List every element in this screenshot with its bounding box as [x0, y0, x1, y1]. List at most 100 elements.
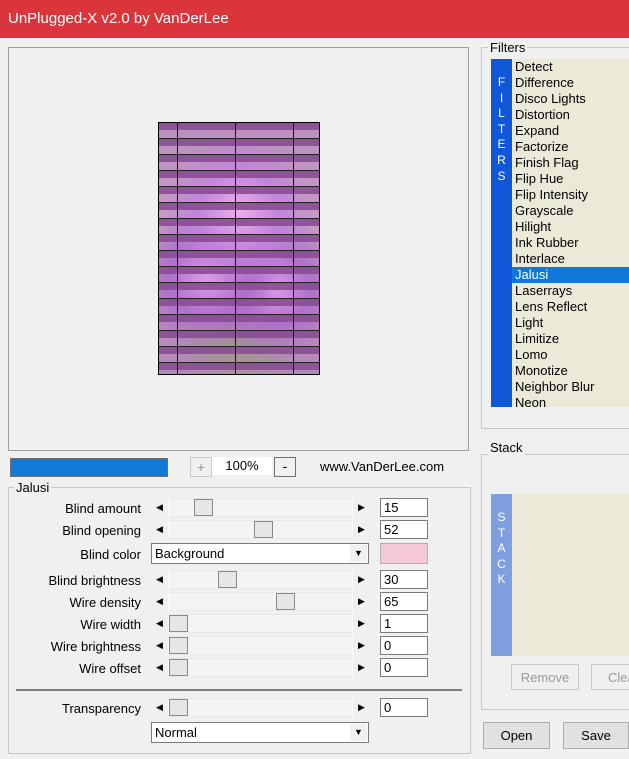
zoom-in-button[interactable]: + — [190, 457, 212, 477]
wire-width-field[interactable]: 1 — [380, 614, 428, 633]
slider-track[interactable] — [169, 592, 352, 611]
slider-left-arrow[interactable]: ◀ — [151, 698, 168, 717]
blend-mode-value: Normal — [155, 725, 197, 740]
wire-line — [293, 123, 294, 374]
blind-stripes — [159, 123, 319, 374]
filter-item[interactable]: Expand — [512, 123, 629, 139]
blend-mode-select[interactable]: Normal ▼ — [151, 722, 369, 743]
filter-item[interactable]: Neighbor Blur — [512, 379, 629, 395]
slider-track[interactable] — [169, 658, 352, 677]
wire-density-field[interactable]: 65 — [380, 592, 428, 611]
stack-list[interactable] — [512, 494, 629, 656]
filters-letter: R — [497, 152, 506, 167]
slider-right-arrow[interactable]: ▶ — [353, 498, 370, 517]
slider-left-arrow[interactable]: ◀ — [151, 658, 168, 677]
blind-amount-slider[interactable]: ◀ ▶ — [151, 498, 370, 517]
filter-item[interactable]: Hilight — [512, 219, 629, 235]
dropdown-arrow-icon[interactable]: ▼ — [350, 724, 367, 741]
wire-brightness-label: Wire brightness — [50, 639, 141, 654]
open-button[interactable]: Open — [483, 722, 550, 749]
slider-left-arrow[interactable]: ◀ — [151, 614, 168, 633]
transparency-field[interactable]: 0 — [380, 698, 428, 717]
stack-letter: A — [497, 541, 506, 556]
filter-item[interactable]: Interlace — [512, 251, 629, 267]
filter-item[interactable]: Laserrays — [512, 283, 629, 299]
slider-left-arrow[interactable]: ◀ — [151, 498, 168, 517]
slider-left-arrow[interactable]: ◀ — [151, 520, 168, 539]
filter-item[interactable]: Detect — [512, 59, 629, 75]
filters-letter: T — [497, 121, 506, 136]
filters-letter: S — [497, 168, 506, 183]
blind-brightness-field[interactable]: 30 — [380, 570, 428, 589]
filter-item[interactable]: Difference — [512, 75, 629, 91]
remove-button[interactable]: Remove — [511, 664, 579, 690]
wire-density-slider[interactable]: ◀ ▶ — [151, 592, 370, 611]
blind-amount-field[interactable]: 15 — [380, 498, 428, 517]
blind-brightness-slider[interactable]: ◀ ▶ — [151, 570, 370, 589]
slider-left-arrow[interactable]: ◀ — [151, 592, 168, 611]
save-button[interactable]: Save — [563, 722, 629, 749]
slider-right-arrow[interactable]: ▶ — [353, 614, 370, 633]
dropdown-arrow-icon[interactable]: ▼ — [350, 545, 367, 562]
slider-right-arrow[interactable]: ▶ — [353, 698, 370, 717]
wire-offset-field[interactable]: 0 — [380, 658, 428, 677]
wire-brightness-slider[interactable]: ◀ ▶ — [151, 636, 370, 655]
slider-left-arrow[interactable]: ◀ — [151, 636, 168, 655]
blind-color-swatch[interactable] — [380, 543, 428, 564]
wire-width-slider[interactable]: ◀ ▶ — [151, 614, 370, 633]
slider-thumb[interactable] — [169, 659, 188, 676]
blind-opening-slider[interactable]: ◀ ▶ — [151, 520, 370, 539]
slider-track[interactable] — [169, 614, 352, 633]
wire-offset-slider[interactable]: ◀ ▶ — [151, 658, 370, 677]
slider-thumb[interactable] — [254, 521, 274, 538]
slider-thumb[interactable] — [275, 593, 295, 610]
filter-item[interactable]: Disco Lights — [512, 91, 629, 107]
wire-density-label: Wire density — [69, 595, 141, 610]
blind-opening-field[interactable]: 52 — [380, 520, 428, 539]
blind-color-select[interactable]: Background ▼ — [151, 543, 369, 564]
filters-letter: F — [497, 75, 506, 89]
zoom-out-button[interactable]: - — [274, 457, 296, 477]
filter-item[interactable]: Finish Flag — [512, 155, 629, 171]
slider-thumb[interactable] — [193, 499, 213, 516]
filters-list[interactable]: Detect Difference Disco Lights Distortion Ex… — [512, 59, 629, 407]
filter-item[interactable]: Factorize — [512, 139, 629, 155]
filter-item[interactable]: Flip Hue — [512, 171, 629, 187]
slider-right-arrow[interactable]: ▶ — [353, 570, 370, 589]
transparency-label: Transparency — [62, 701, 141, 716]
slider-thumb[interactable] — [169, 699, 188, 716]
filters-letter: I — [499, 90, 504, 105]
blind-opening-label: Blind opening — [62, 523, 141, 538]
slider-thumb[interactable] — [169, 637, 188, 654]
filter-item[interactable]: Monotize — [512, 363, 629, 379]
slider-right-arrow[interactable]: ▶ — [353, 592, 370, 611]
progress-bar — [10, 458, 168, 477]
filter-item[interactable]: Limitize — [512, 331, 629, 347]
slider-track[interactable] — [169, 570, 352, 589]
wire-line — [235, 123, 236, 374]
filter-item[interactable]: Jalusi — [512, 267, 629, 283]
clear-button[interactable]: Clear — [591, 664, 629, 690]
filter-item[interactable]: Light — [512, 315, 629, 331]
slider-right-arrow[interactable]: ▶ — [353, 636, 370, 655]
slider-thumb[interactable] — [169, 615, 188, 632]
filters-letter: L — [498, 106, 505, 121]
slider-thumb[interactable] — [218, 571, 238, 588]
slider-track[interactable] — [169, 698, 352, 717]
transparency-slider[interactable]: ◀ ▶ — [151, 698, 370, 717]
slider-right-arrow[interactable]: ▶ — [353, 520, 370, 539]
filter-item[interactable]: Grayscale — [512, 203, 629, 219]
filter-item[interactable]: Flip Intensity — [512, 187, 629, 203]
website-link[interactable]: www.VanDerLee.com — [320, 459, 444, 474]
filter-item[interactable]: Distortion — [512, 107, 629, 123]
slider-left-arrow[interactable]: ◀ — [151, 570, 168, 589]
wire-width-label: Wire width — [80, 617, 141, 632]
group-title: Jalusi — [14, 480, 52, 495]
filter-item[interactable]: Ink Rubber — [512, 235, 629, 251]
slider-right-arrow[interactable]: ▶ — [353, 658, 370, 677]
slider-track[interactable] — [169, 636, 352, 655]
filter-item[interactable]: Neon — [512, 395, 629, 407]
filter-item[interactable]: Lens Reflect — [512, 299, 629, 315]
filter-item[interactable]: Lomo — [512, 347, 629, 363]
wire-brightness-field[interactable]: 0 — [380, 636, 428, 655]
